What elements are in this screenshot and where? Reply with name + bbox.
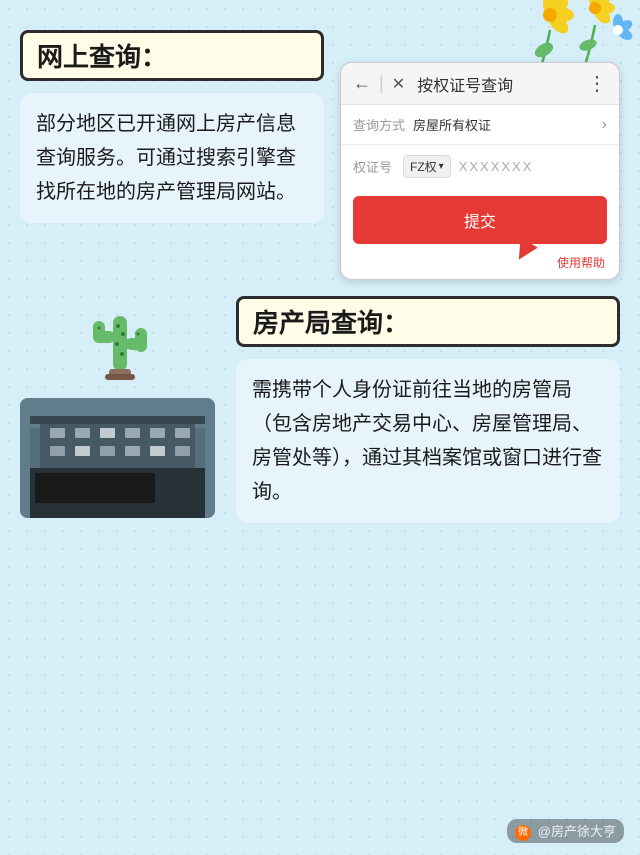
watermark: 微 @房产徐大亨 [507,819,624,843]
close-icon[interactable]: ✕ [392,74,405,94]
building-photo: 市房产管理局 e House Property... [20,398,215,518]
phone-ui: ← | ✕ 按权证号查询 ⋮ 查询方式 房屋所有权证 › 权证号 FZ权 [340,62,620,280]
bureau-query-text: 需携带个人身份证前往当地的房管局（包含房地产交易中心、房屋管理局、房管处等），通… [236,359,620,523]
divider: | [379,73,384,94]
back-icon[interactable]: ← [353,73,371,94]
online-query-col: 网上查询： 部分地区已开通网上房产信息查询服务。可通过搜索引擎查找所在地的房产管… [20,30,324,280]
watermark-text: @房产徐大亨 [538,824,616,839]
submit-button[interactable]: 提交 [353,196,607,244]
cert-value: XXXXXXX [459,159,607,174]
online-query-badge: 网上查询： [20,30,324,81]
cert-number-row: 权证号 FZ权 ▾ XXXXXXX [341,145,619,188]
cert-prefix[interactable]: FZ权 ▾ [403,155,451,178]
help-link[interactable]: 使用帮助 [341,252,619,279]
cert-label: 权证号 [353,157,403,176]
arrow-right-icon: › [602,116,607,134]
menu-icon[interactable]: ⋮ [587,71,607,96]
help-row: 使用帮助 [341,252,619,279]
red-arrow-icon [509,221,564,261]
bureau-query-col: 房产局查询： 需携带个人身份证前往当地的房管局（包含房地产交易中心、房屋管理局、… [236,296,620,523]
bureau-query-badge: 房产局查询： [236,296,620,347]
online-query-text: 部分地区已开通网上房产信息查询服务。可通过搜索引擎查找所在地的房产管理局网站。 [20,93,324,223]
query-method-label: 查询方式 [353,115,413,134]
phone-mockup-col: ← | ✕ 按权证号查询 ⋮ 查询方式 房屋所有权证 › 权证号 FZ权 [340,30,620,280]
top-section: 网上查询： 部分地区已开通网上房产信息查询服务。可通过搜索引擎查找所在地的房产管… [20,30,620,280]
query-method-row: 查询方式 房屋所有权证 › [341,105,619,145]
watermark-icon: 微 [515,825,531,841]
phone-header: ← | ✕ 按权证号查询 ⋮ [341,63,619,105]
cactus-illustration [75,296,165,386]
bottom-left-col: 市房产管理局 e House Property... [20,296,220,518]
bottom-section: 市房产管理局 e House Property... 房产局查询： 需携带个人身… [20,296,620,523]
page-container: 网上查询： 部分地区已开通网上房产信息查询服务。可通过搜索引擎查找所在地的房产管… [0,0,640,855]
phone-title: 按权证号查询 [417,72,579,96]
query-method-value: 房屋所有权证 [413,115,602,134]
